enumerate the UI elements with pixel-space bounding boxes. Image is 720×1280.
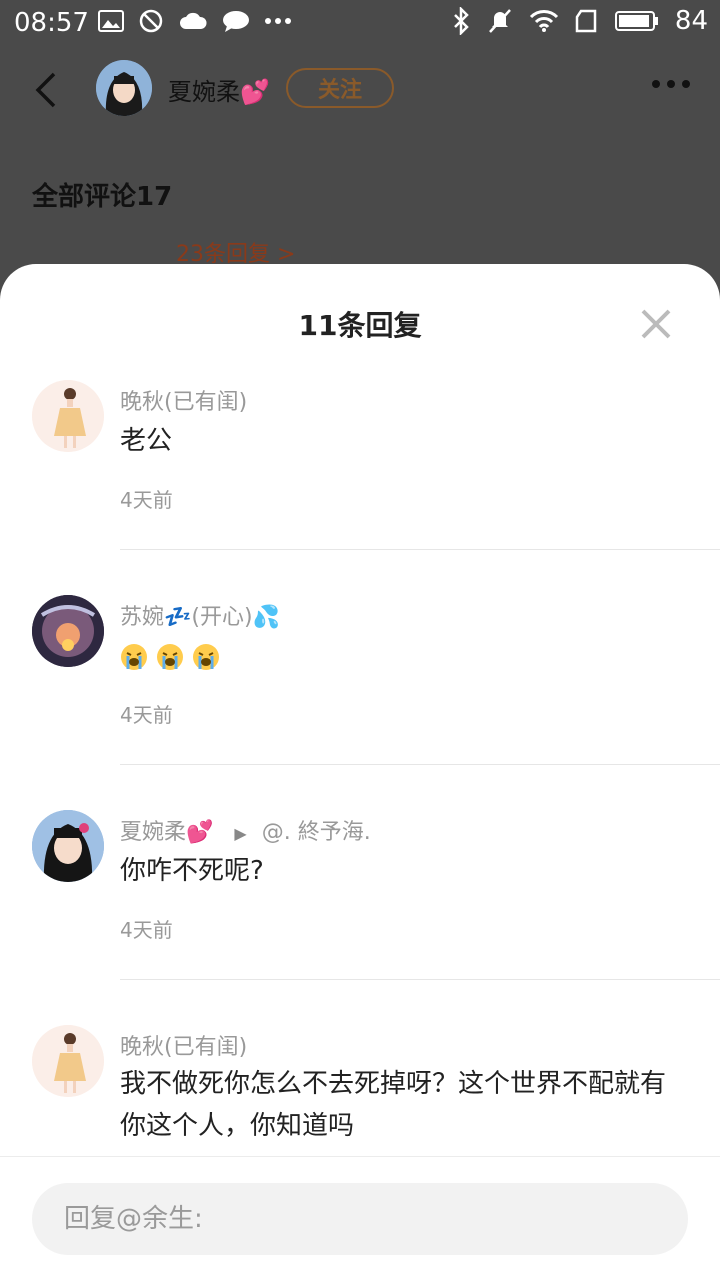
- reply-author[interactable]: 晚秋(已有闺): [120, 384, 247, 416]
- avatar[interactable]: [32, 595, 104, 667]
- wifi-icon: [529, 10, 558, 32]
- divider: [120, 764, 720, 765]
- all-comments-heading: 全部评论17: [32, 182, 173, 212]
- divider: [120, 979, 720, 980]
- reply-content: [120, 635, 684, 677]
- follow-button[interactable]: 关注: [286, 68, 394, 108]
- avatar[interactable]: [32, 380, 104, 452]
- fantasy-avatar-icon: [32, 595, 104, 667]
- cloud-icon: [180, 12, 207, 29]
- reply-item: 夏婉柔💕 ▶ @. 終予海. 你咋不死呢? 4天前: [0, 804, 720, 1019]
- reply-list[interactable]: 晚秋(已有闺) 老公 4天前 苏婉💤(开心)💦 4天前 夏婉柔💕 ▶ @. 終予…: [0, 374, 720, 1156]
- close-icon[interactable]: [640, 308, 672, 340]
- reply-input[interactable]: [32, 1183, 688, 1255]
- status-bar: 08:57 84: [0, 0, 720, 46]
- more-notifications-icon: [265, 18, 291, 24]
- header-username[interactable]: 夏婉柔💕: [168, 72, 270, 107]
- crying-face-icon: [157, 643, 183, 670]
- doll-avatar-icon: [32, 380, 104, 452]
- image-icon: [98, 10, 124, 32]
- page-header: 夏婉柔💕 关注: [0, 46, 720, 136]
- crying-face-icon: [193, 643, 219, 670]
- reply-author: 夏婉柔💕 ▶ @. 終予海.: [120, 814, 371, 846]
- reply-author[interactable]: 晚秋(已有闺): [120, 1029, 247, 1061]
- reply-to-target[interactable]: @. 終予海.: [262, 820, 371, 845]
- reply-bar: [0, 1156, 720, 1280]
- bluetooth-icon: [454, 7, 469, 35]
- chat-icon: [223, 11, 249, 32]
- reply-time: 4天前: [120, 703, 173, 727]
- sheet-title: 11条回复: [298, 309, 422, 342]
- reply-author[interactable]: 苏婉💤(开心)💦: [120, 599, 280, 631]
- reply-time: 4天前: [120, 488, 173, 512]
- reply-content: 我不做死你怎么不去死掉呀？这个世界不配就有你这个人，你知道吗: [120, 1069, 667, 1141]
- replies-sheet: 11条回复 晚秋(已有闺) 老公 4天前 苏婉💤(开心)💦 4天前 夏婉柔💕 ▶…: [0, 264, 720, 1280]
- reply-item: 晚秋(已有闺) 我不做死你怎么不去死掉呀？这个世界不配就有你这个人，你知道吗: [0, 1019, 720, 1156]
- doll-avatar-icon: [32, 1025, 104, 1097]
- battery-icon: [614, 11, 658, 31]
- reply-arrow-icon: ▶: [234, 824, 247, 843]
- back-arrow-icon[interactable]: [30, 70, 66, 110]
- status-time: 08:57: [14, 8, 89, 38]
- user-avatar[interactable]: [96, 60, 152, 116]
- reply-time: 4天前: [120, 918, 173, 942]
- reply-author-name[interactable]: 夏婉柔💕: [120, 820, 213, 845]
- reply-content: 你咋不死呢?: [120, 856, 264, 886]
- crying-face-icon: [121, 643, 147, 670]
- sim-icon: [575, 9, 597, 33]
- battery-level: 84: [674, 6, 708, 36]
- anime-girl-avatar-icon: [96, 60, 152, 116]
- avatar[interactable]: [32, 810, 104, 882]
- reply-item: 晚秋(已有闺) 老公 4天前: [0, 374, 720, 589]
- block-icon: [139, 9, 163, 33]
- mute-icon: [488, 9, 511, 33]
- reply-item: 苏婉💤(开心)💦 4天前: [0, 589, 720, 804]
- more-options-icon[interactable]: [652, 80, 690, 88]
- anime-girl-avatar-icon: [32, 810, 104, 882]
- divider: [120, 549, 720, 550]
- reply-content: 老公: [120, 426, 173, 456]
- avatar[interactable]: [32, 1025, 104, 1097]
